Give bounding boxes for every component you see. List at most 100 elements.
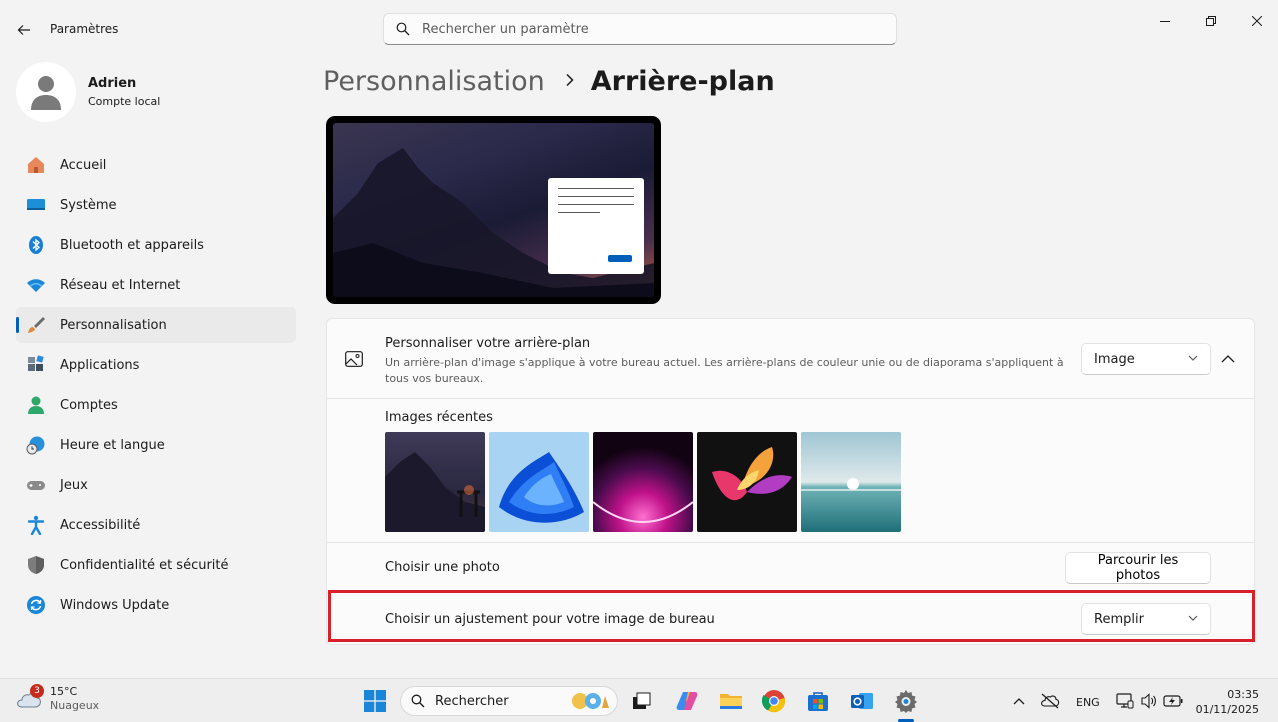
clock-date: 01/11/2025 <box>1195 703 1259 716</box>
minimize-button[interactable] <box>1142 10 1188 32</box>
sidebar-item-applications[interactable]: Applications <box>16 347 296 383</box>
sidebar-item-label: Réseau et Internet <box>60 277 181 293</box>
start-button[interactable] <box>360 686 390 716</box>
sidebar-item-jeux[interactable]: Jeux <box>16 467 296 503</box>
clock-globe-icon <box>26 435 46 455</box>
sidebar-item-label: Applications <box>60 357 140 373</box>
network-icon <box>1116 693 1134 709</box>
sidebar-item-windows-update[interactable]: Windows Update <box>16 587 296 623</box>
update-icon <box>26 595 46 615</box>
sidebar-item-confidentialite[interactable]: Confidentialité et sécurité <box>16 547 296 583</box>
sidebar-nav: Accueil Système Bluetooth et appareils R… <box>16 147 296 627</box>
taskbar: 3 15°C Nuageux Rechercher ENG 03:35 01/1… <box>0 678 1278 722</box>
accessibility-icon <box>26 515 46 535</box>
onedrive-status-button[interactable] <box>1035 686 1065 716</box>
recent-image-blue-bloom[interactable] <box>489 432 589 532</box>
sidebar-item-heure-langue[interactable]: Heure et langue <box>16 427 296 463</box>
arrow-left-icon <box>17 25 30 35</box>
search-icon <box>411 694 425 708</box>
app-title: Paramètres <box>50 22 119 36</box>
store-icon <box>808 692 828 711</box>
taskbar-search[interactable]: Rechercher <box>400 686 618 716</box>
brush-icon <box>26 315 46 335</box>
weather-condition: Nuageux <box>50 699 100 712</box>
accounts-icon <box>26 395 46 415</box>
recent-images-list <box>385 432 905 532</box>
bluetooth-icon <box>26 235 46 255</box>
gear-icon <box>895 690 917 713</box>
browse-photos-button[interactable]: Parcourir les photos <box>1065 552 1211 584</box>
weather-widget[interactable]: 3 15°C Nuageux <box>16 684 100 713</box>
sidebar-item-label: Système <box>60 197 117 213</box>
restore-button[interactable] <box>1188 10 1234 32</box>
back-button[interactable] <box>10 16 38 44</box>
outlook-button[interactable] <box>847 686 877 716</box>
weather-badge: 3 <box>30 684 44 698</box>
recent-image-colorful-flower[interactable] <box>697 432 797 532</box>
user-profile[interactable]: Adrien Compte local <box>16 62 160 122</box>
copilot-button[interactable] <box>672 686 702 716</box>
desktop-preview <box>326 116 661 304</box>
sidebar-item-label: Windows Update <box>60 597 170 613</box>
sidebar-item-reseau[interactable]: Réseau et Internet <box>16 267 296 303</box>
recent-image-lake-sunrise[interactable] <box>801 432 901 532</box>
breadcrumb-parent[interactable]: Personnalisation <box>323 66 545 97</box>
breadcrumb: Personnalisation Arrière-plan <box>323 62 775 100</box>
user-icon <box>31 76 61 110</box>
windows-logo-icon <box>364 690 386 712</box>
sidebar-item-accueil[interactable]: Accueil <box>16 147 296 183</box>
choose-photo-card: Choisir une photo Parcourir les photos <box>326 543 1255 593</box>
fit-dropdown[interactable]: Remplir <box>1081 603 1211 635</box>
outlook-icon <box>851 693 873 709</box>
clock-time: 03:35 <box>1227 688 1259 701</box>
page-title: Arrière-plan <box>590 65 775 97</box>
sidebar-item-bluetooth[interactable]: Bluetooth et appareils <box>16 227 296 263</box>
title-bar: Paramètres <box>0 0 1278 58</box>
apps-icon <box>26 355 46 375</box>
restore-icon <box>1206 16 1216 26</box>
show-hidden-icons-button[interactable] <box>1004 686 1034 716</box>
sidebar-item-label: Comptes <box>60 397 118 413</box>
background-type-dropdown[interactable]: Image <box>1081 343 1211 375</box>
task-view-button[interactable] <box>627 686 657 716</box>
chevron-right-icon <box>565 71 575 92</box>
clock[interactable]: 03:35 01/11/2025 <box>1196 687 1259 717</box>
gamepad-icon <box>26 475 46 495</box>
sidebar-item-accessibilite[interactable]: Accessibilité <box>16 507 296 543</box>
sidebar-item-comptes[interactable]: Comptes <box>16 387 296 423</box>
recent-images-title: Images récentes <box>385 410 493 425</box>
file-explorer-button[interactable] <box>716 686 746 716</box>
battery-button[interactable] <box>1158 686 1188 716</box>
battery-charging-icon <box>1163 695 1183 707</box>
sidebar-item-systeme[interactable]: Système <box>16 187 296 223</box>
sidebar-item-label: Heure et langue <box>60 437 165 453</box>
search-input[interactable] <box>422 21 862 37</box>
settings-search[interactable] <box>383 13 897 45</box>
chrome-icon <box>762 690 786 713</box>
sidebar-item-label: Confidentialité et sécurité <box>60 557 229 573</box>
sidebar-item-label: Bluetooth et appareils <box>60 237 204 253</box>
search-icon <box>396 22 410 36</box>
recent-image-mountain-night[interactable] <box>385 432 485 532</box>
folder-icon <box>720 694 742 709</box>
background-description: Un arrière-plan d'image s'applique à vot… <box>385 356 1064 385</box>
search-highlight-icon <box>572 693 609 709</box>
home-icon <box>26 155 46 175</box>
sidebar-item-personnalisation[interactable]: Personnalisation <box>16 307 296 343</box>
wallpaper-preview <box>333 123 654 297</box>
image-icon <box>345 351 363 371</box>
settings-app-button[interactable] <box>891 686 921 716</box>
sidebar-item-label: Accessibilité <box>60 517 141 533</box>
microsoft-store-button[interactable] <box>803 686 833 716</box>
recent-image-purple-glow[interactable] <box>593 432 693 532</box>
sidebar-item-label: Jeux <box>60 477 88 493</box>
chevron-up-icon[interactable] <box>1220 353 1236 365</box>
background-type-card[interactable]: Personnaliser votre arrière-plan Un arri… <box>326 318 1255 399</box>
chrome-button[interactable] <box>759 686 789 716</box>
language-indicator[interactable]: ENG <box>1076 696 1100 709</box>
recent-images-card: Images récentes <box>326 399 1255 543</box>
cloud-off-icon <box>1041 693 1060 709</box>
close-button[interactable] <box>1234 10 1278 32</box>
system-icon <box>26 195 46 215</box>
chevron-down-icon <box>1188 355 1198 361</box>
